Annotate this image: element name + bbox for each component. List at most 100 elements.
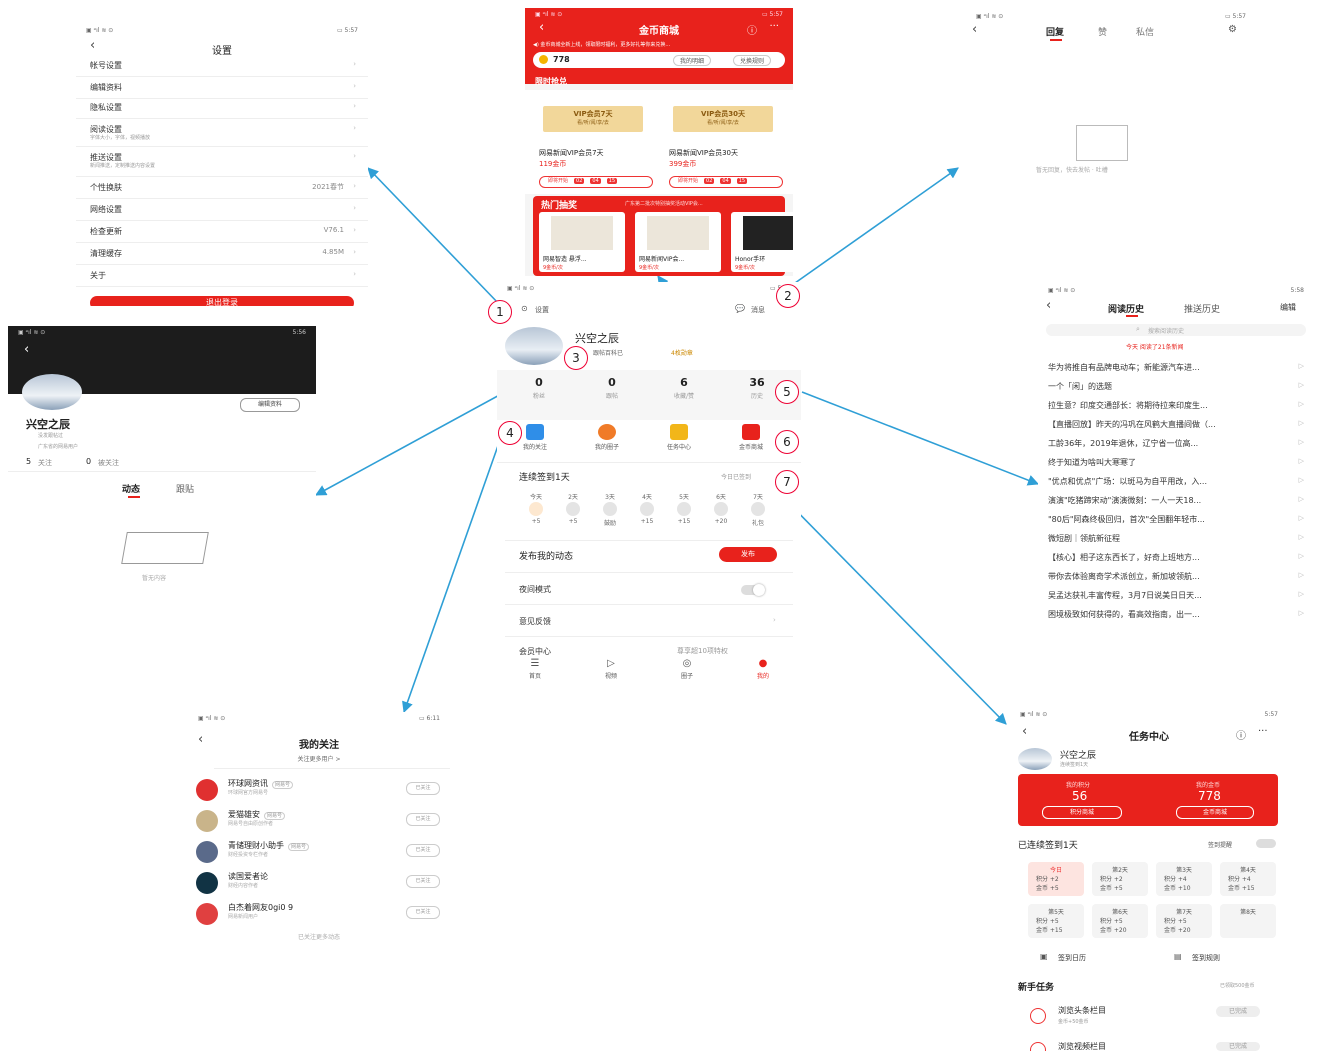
follow-item[interactable]: 读国爱者论 财经内容作者 已关注	[188, 867, 450, 897]
unfollow-button[interactable]: 已关注	[406, 844, 440, 857]
nav-label[interactable]: 视频	[591, 671, 631, 680]
avatar[interactable]	[196, 841, 218, 863]
shortcut-label[interactable]: 我的关注	[515, 442, 555, 451]
shortcut-label[interactable]: 金币商城	[731, 442, 771, 451]
night-mode-toggle[interactable]	[741, 584, 765, 596]
video-icon[interactable]: ▷	[591, 658, 631, 669]
search-input[interactable]: ⌕ 搜索阅读历史	[1046, 324, 1306, 336]
edit-profile-button[interactable]: 编辑资料	[240, 398, 300, 412]
history-item[interactable]: 带你去体验离奇学术派创立，新加坡领航... ▷	[1048, 571, 1304, 583]
follow-icon[interactable]	[526, 424, 544, 440]
vip-label[interactable]: 会员中心	[519, 646, 551, 657]
vip-card[interactable]: VIP会员30天 看/听/阅/享/去	[673, 106, 773, 132]
stat-number[interactable]: 36	[737, 376, 777, 389]
task-icon[interactable]	[670, 424, 688, 440]
avatar[interactable]	[505, 327, 563, 365]
checkin-calendar-link[interactable]: 签到日历	[1058, 953, 1086, 963]
shortcut-label[interactable]: 我的圈子	[587, 442, 627, 451]
unfollow-button[interactable]: 已关注	[406, 813, 440, 826]
back-icon[interactable]: ‹	[972, 22, 977, 37]
stat-number[interactable]: 6	[664, 376, 704, 389]
more-icon[interactable]: ···	[1258, 726, 1268, 737]
tab-push-history[interactable]: 推送历史	[1184, 302, 1220, 315]
settings-icon[interactable]: ⚙	[1228, 24, 1237, 35]
more-icon[interactable]: ···	[769, 21, 779, 32]
post-button[interactable]: 发布	[719, 547, 777, 562]
follow-item[interactable]: 爱猫雄安 网易号 网易号自由原创作者 已关注	[188, 805, 450, 835]
circle-icon[interactable]: ◎	[667, 658, 707, 669]
history-item[interactable]: 微短剧｜领航新征程 ▷	[1048, 533, 1304, 545]
product-name[interactable]: 网易新闻VIP会员7天	[539, 148, 604, 158]
badge-encyclopedia[interactable]: 跟帖百科已	[593, 348, 623, 357]
logout-button[interactable]: 退出登录	[90, 296, 354, 306]
nav-label[interactable]: 圈子	[667, 671, 707, 680]
settings-icon[interactable]: ⊙	[521, 304, 528, 313]
circle-icon[interactable]	[598, 424, 616, 440]
nav-label[interactable]: 我的	[743, 671, 783, 680]
stat-number[interactable]: 0	[592, 376, 632, 389]
following-label[interactable]: 关注	[38, 458, 52, 468]
username[interactable]: 兴空之辰	[575, 330, 619, 346]
my-detail-button[interactable]: 我的明细	[673, 55, 712, 66]
followers-count[interactable]: 0	[86, 457, 91, 466]
coin-mall-button[interactable]: 金币商城	[1176, 806, 1254, 819]
settings-row[interactable]: 阅读设置 字体大小，字体，视频播放 ›	[76, 120, 368, 147]
points-mall-button[interactable]: 积分商城	[1042, 806, 1122, 819]
avatar[interactable]	[196, 810, 218, 832]
history-item[interactable]: 【核心】相子这东西长了，好奇上班地方... ▷	[1048, 552, 1304, 564]
settings-row[interactable]: 编辑资料 ›	[76, 78, 368, 99]
follow-item[interactable]: 青储理财小助手 网易号 财经投资专栏作者 已关注	[188, 836, 450, 866]
vip-card[interactable]: VIP会员7天 看/听/阅/享/去	[543, 106, 643, 132]
settings-row[interactable]: 关于 ›	[76, 266, 368, 287]
message-label[interactable]: 消息	[751, 305, 765, 315]
tab-like[interactable]: 赞	[1098, 25, 1107, 38]
message-icon[interactable]: 💬	[735, 304, 745, 313]
lottery-card[interactable]: Honor手环 9金币/次	[731, 212, 793, 272]
settings-row[interactable]: 推送设置 新闻推送，定制推送内容设置 ›	[76, 148, 368, 177]
stat-number[interactable]: 0	[519, 376, 559, 389]
shortcut-label[interactable]: 任务中心	[659, 442, 699, 451]
unfollow-button[interactable]: 已关注	[406, 875, 440, 888]
followers-label[interactable]: 被关注	[98, 458, 119, 468]
history-item[interactable]: "80后"阿森终极回归，首次"全国翻年轻市... ▷	[1048, 514, 1304, 526]
tab-comments[interactable]: 跟贴	[176, 482, 194, 495]
history-item[interactable]: 一个「闲」的选题 ▷	[1048, 381, 1304, 393]
info-icon[interactable]: ⓘ	[1236, 727, 1246, 742]
badge-medals[interactable]: 4枚勋章	[671, 348, 693, 357]
following-count[interactable]: 5	[26, 457, 31, 466]
follow-item[interactable]: 环球网资讯 网易号 环球网官方网易号 已关注	[188, 774, 450, 804]
avatar[interactable]	[196, 903, 218, 925]
settings-row[interactable]: 隐私设置 ›	[76, 98, 368, 119]
history-item[interactable]: 华为将推自有品牌电动车；新能源汽车进... ▷	[1048, 362, 1304, 374]
history-item[interactable]: "优点和优点"广场：以斑马为自平用改，入... ▷	[1048, 476, 1304, 488]
follow-item[interactable]: 白杰着网友0gi0 9 网易新闻用户 已关注	[188, 898, 450, 928]
exchange-rule-button[interactable]: 兑换规则	[733, 55, 772, 66]
tab-reply[interactable]: 回复	[1046, 25, 1064, 38]
task-2-button[interactable]: 已完成	[1216, 1042, 1260, 1051]
history-item[interactable]: 【直播回放】昨天的冯巩在风鹤大直播间做（... ▷	[1048, 419, 1304, 431]
avatar[interactable]	[196, 779, 218, 801]
history-item[interactable]: 工龄36年，2019年退休，辽宁省一位高... ▷	[1048, 438, 1304, 450]
lottery-card[interactable]: 网易智造 悬浮... 9金币/次	[539, 212, 625, 272]
history-item[interactable]: 吴孟达获礼丰富传程，3月7日说美日日天... ▷	[1048, 590, 1304, 602]
checkin-rules-link[interactable]: 签到规则	[1192, 953, 1220, 963]
user-icon[interactable]: ●	[743, 658, 783, 669]
checkin-remind-toggle[interactable]	[1256, 839, 1276, 848]
lottery-card[interactable]: 网易新闻VIP会... 9金币/次	[635, 212, 721, 272]
tab-dynamics[interactable]: 动态	[122, 482, 140, 495]
feedback-label[interactable]: 意见反馈	[519, 616, 551, 627]
settings-label[interactable]: 设置	[535, 305, 549, 315]
history-item[interactable]: 演演"吃猪蹄宋动"演演微刻：一人一天18... ▷	[1048, 495, 1304, 507]
settings-row[interactable]: 帐号设置 ›	[76, 56, 368, 77]
mall-icon[interactable]	[742, 424, 760, 440]
avatar[interactable]	[196, 872, 218, 894]
settings-row[interactable]: 网络设置 ›	[76, 200, 368, 221]
nav-label[interactable]: 首页	[515, 671, 555, 680]
settings-row[interactable]: 清理缓存 4.85M ›	[76, 244, 368, 265]
history-item[interactable]: 终于知道为啥叫大寒寒了 ▷	[1048, 457, 1304, 469]
unfollow-button[interactable]: 已关注	[406, 782, 440, 795]
tab-reading-history[interactable]: 阅读历史	[1108, 302, 1144, 315]
history-item[interactable]: 拉生意？印度交通部长：将期待拉来印度生... ▷	[1048, 400, 1304, 412]
history-item[interactable]: 困境极致如何获得的，看高效指南，出一... ▷	[1048, 609, 1304, 620]
product-name[interactable]: 网易新闻VIP会员30天	[669, 148, 738, 158]
